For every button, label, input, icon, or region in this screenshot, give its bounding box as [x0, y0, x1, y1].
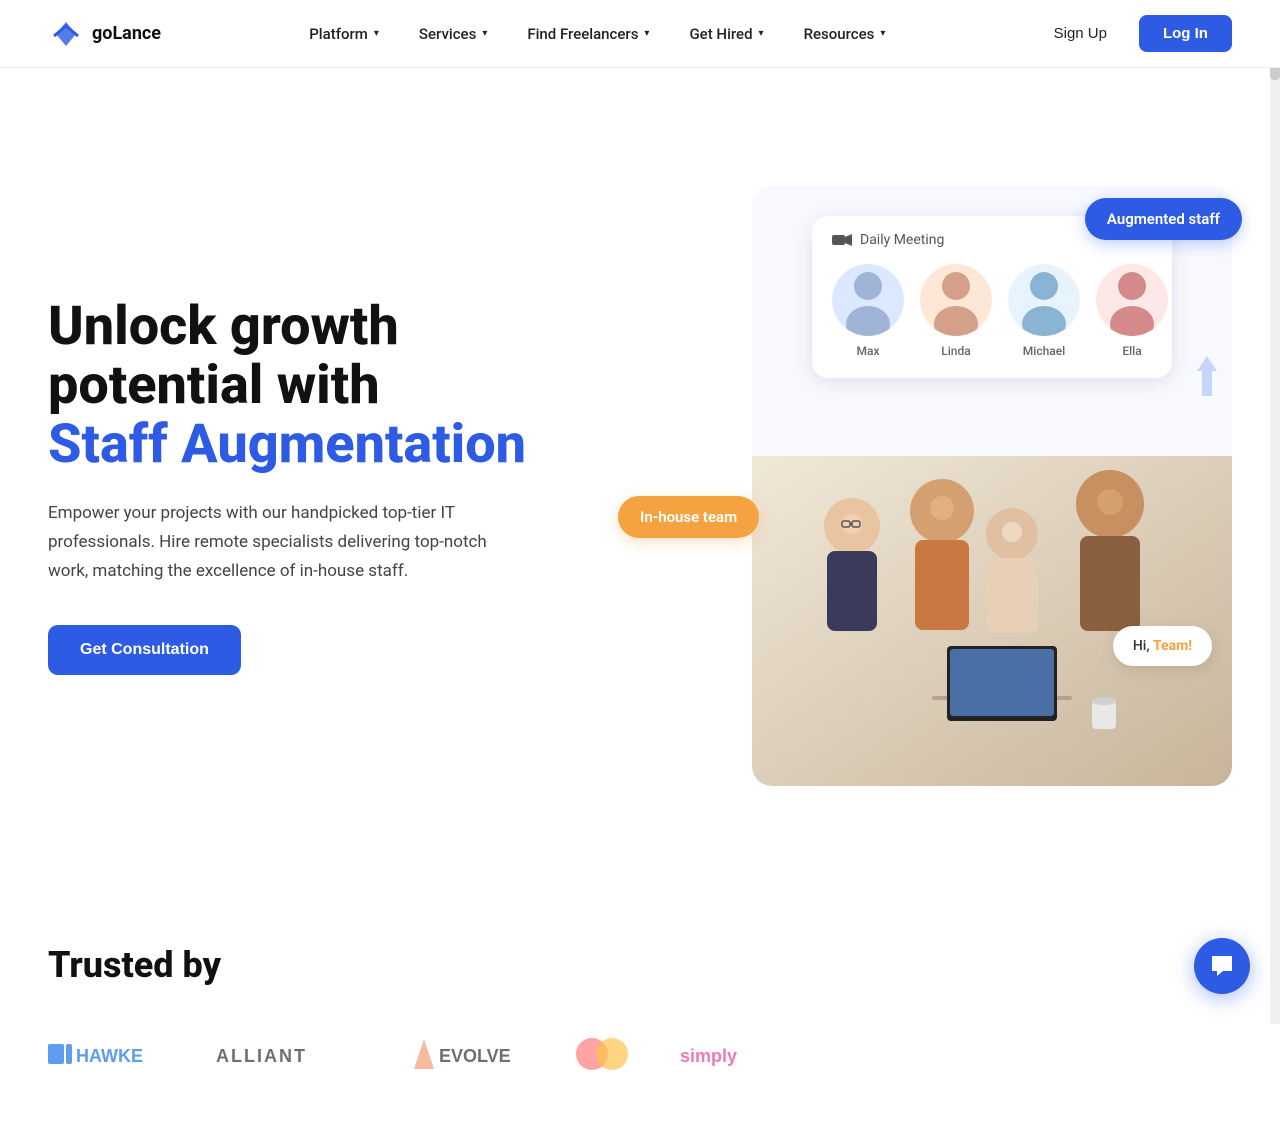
logo-placeholder-3: EVOLVE [404, 1034, 524, 1074]
signup-button[interactable]: Sign Up [1034, 17, 1127, 50]
nav-find-freelancers[interactable]: Find Freelancers ▾ [511, 17, 665, 51]
augmented-staff-badge: Augmented staff [1085, 198, 1242, 240]
avatar-image-ella [1096, 264, 1168, 336]
nav-get-hired[interactable]: Get Hired ▾ [673, 17, 779, 51]
nav-platform[interactable]: Platform ▾ [293, 17, 395, 51]
consultation-button[interactable]: Get Consultation [48, 625, 241, 675]
chevron-down-icon: ▾ [644, 28, 649, 39]
chevron-down-icon: ▾ [759, 28, 764, 39]
svg-text:HAWKE: HAWKE [76, 1046, 143, 1066]
avatar-max: Max [832, 264, 904, 358]
nav-links: Platform ▾ Services ▾ Find Freelancers ▾… [293, 17, 901, 51]
svg-text:simply: simply [680, 1046, 737, 1066]
hero-heading: Unlock growth potential with Staff Augme… [48, 297, 588, 475]
chat-icon [1209, 953, 1235, 979]
svg-text:EVOLVE: EVOLVE [439, 1046, 511, 1066]
arrow-decoration [1192, 356, 1222, 401]
trusted-heading: Trusted by [48, 944, 1232, 986]
trusted-section: Trusted by HAWKE ALLIANT EVOLVE [0, 904, 1280, 1134]
avatar-ella: Ella [1096, 264, 1168, 358]
daily-meeting-card: Daily Meeting Max Linda [812, 216, 1172, 378]
svg-text:ALLIANT: ALLIANT [216, 1046, 307, 1066]
avatar-image-linda [920, 264, 992, 336]
logo-placeholder-4 [572, 1034, 632, 1074]
hero-subtext: Empower your projects with our handpicke… [48, 499, 528, 586]
hero-section: Unlock growth potential with Staff Augme… [0, 68, 1280, 904]
logo-text: goLance [92, 23, 161, 44]
hero-visual: Augmented staff Daily Meeting [628, 186, 1232, 786]
inhouse-team-badge: In-house team [618, 496, 759, 538]
chat-button[interactable] [1194, 938, 1250, 994]
trusted-logos: HAWKE ALLIANT EVOLVE simply [48, 1034, 1232, 1074]
hero-card: Daily Meeting Max Linda [752, 186, 1232, 786]
avatar-michael: Michael [1008, 264, 1080, 358]
nav-actions: Sign Up Log In [1034, 15, 1232, 52]
video-icon [832, 233, 852, 247]
chevron-down-icon: ▾ [880, 28, 885, 39]
login-button[interactable]: Log In [1139, 15, 1232, 52]
chevron-down-icon: ▾ [482, 28, 487, 39]
hero-content: Unlock growth potential with Staff Augme… [48, 297, 588, 676]
nav-resources[interactable]: Resources ▾ [788, 17, 902, 51]
avatar-image-max [832, 264, 904, 336]
hi-team-bubble: Hi, Team! [1113, 626, 1212, 666]
team-photo: Hi, Team! [752, 456, 1232, 786]
navbar: goLance Platform ▾ Services ▾ Find Freel… [0, 0, 1280, 68]
logo-placeholder-1: HAWKE [48, 1034, 168, 1074]
logo-placeholder-2: ALLIANT [216, 1034, 356, 1074]
nav-services[interactable]: Services ▾ [403, 17, 503, 51]
logo-placeholder-5: simply [680, 1034, 800, 1074]
logo[interactable]: goLance [48, 16, 161, 52]
avatar-image-michael [1008, 264, 1080, 336]
team-illustration [752, 456, 1232, 786]
chevron-down-icon: ▾ [374, 28, 379, 39]
scrollbar[interactable] [1270, 0, 1280, 1024]
meeting-avatars: Max Linda Michael [832, 264, 1152, 358]
avatar-linda: Linda [920, 264, 992, 358]
